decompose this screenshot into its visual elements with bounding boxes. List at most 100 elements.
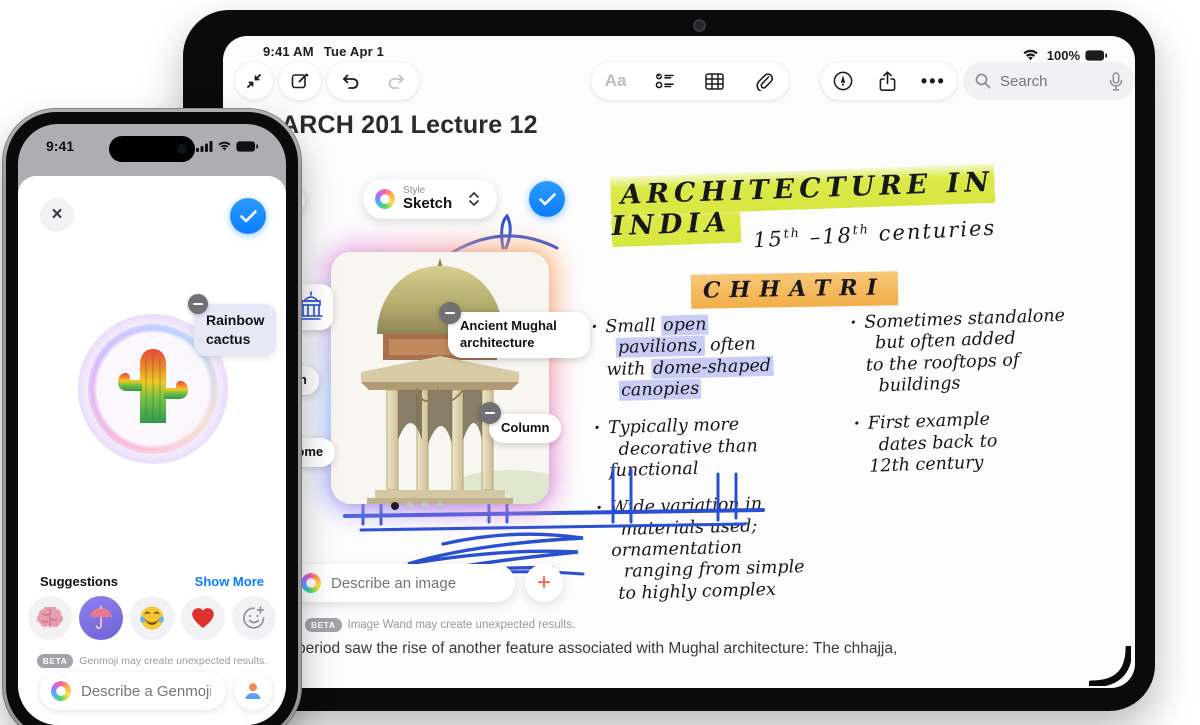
suggestion-brain[interactable] bbox=[28, 596, 72, 640]
ipad-date: Tue Apr 1 bbox=[323, 44, 385, 59]
laughing-emoji bbox=[140, 606, 164, 630]
handwritten-segment: buildings bbox=[878, 373, 961, 397]
markup-icon[interactable] bbox=[832, 70, 854, 92]
page-dot[interactable] bbox=[406, 502, 414, 510]
brain-emoji bbox=[37, 607, 63, 628]
battery-icon bbox=[236, 140, 258, 152]
style-picker[interactable]: Style Sketch bbox=[363, 179, 497, 219]
compose-button[interactable] bbox=[279, 62, 321, 100]
genmoji-close-button[interactable]: × bbox=[40, 198, 74, 232]
plus-icon: + bbox=[536, 569, 551, 596]
genmoji-tag[interactable]: Rainbow cactus bbox=[194, 304, 277, 356]
genmoji-icon bbox=[51, 681, 71, 701]
paperclip-icon[interactable] bbox=[753, 70, 775, 92]
search-field[interactable] bbox=[963, 62, 1135, 100]
undo-redo-group bbox=[327, 62, 419, 100]
collapse-toolbar-button[interactable] bbox=[235, 62, 273, 100]
dynamic-island bbox=[109, 136, 195, 162]
tag-ancient-mughal[interactable]: Ancient Mughal architecture bbox=[448, 312, 590, 358]
search-icon bbox=[975, 70, 991, 92]
handwritten-segment: –18 bbox=[800, 223, 854, 250]
rainbow-cactus-image bbox=[118, 349, 188, 423]
handwritten-segment: th bbox=[852, 221, 871, 238]
beta-text: Genmoji may create unexpected results. bbox=[79, 655, 268, 667]
ipad-camera bbox=[693, 19, 706, 32]
chevron-up-down-icon bbox=[463, 188, 485, 210]
ipad-status-left: 9:41 AM Tue Apr 1 bbox=[263, 44, 384, 59]
format-toolbar-group: Aa bbox=[591, 62, 789, 100]
share-icon[interactable] bbox=[877, 70, 899, 92]
handwritten-segment: First example bbox=[867, 409, 991, 435]
page-dot[interactable] bbox=[421, 502, 429, 510]
page-dot[interactable] bbox=[436, 502, 444, 510]
remove-tag-ancient-button[interactable] bbox=[439, 302, 461, 324]
handwritten-bullet: · First example dates back to 12th century bbox=[853, 404, 1135, 478]
compose-icon bbox=[289, 70, 311, 92]
umbrella-emoji bbox=[90, 605, 112, 630]
describe-image-field[interactable] bbox=[289, 564, 515, 602]
imagewand-accept-button[interactable] bbox=[529, 181, 565, 217]
iphone-time: 9:41 bbox=[46, 138, 75, 154]
person-icon bbox=[245, 683, 261, 699]
describe-genmoji-input[interactable] bbox=[79, 681, 213, 701]
check-icon bbox=[538, 192, 556, 205]
beta-badge: BETA bbox=[36, 654, 74, 668]
close-icon: × bbox=[51, 204, 63, 225]
iphone-screen: 9:41 × Rainbow cactus Suggestions Show M… bbox=[18, 124, 286, 725]
markup-toolbar-group: ••• bbox=[821, 62, 957, 100]
add-image-button[interactable]: + bbox=[525, 564, 563, 602]
page-dots[interactable] bbox=[391, 502, 444, 510]
describe-genmoji-field[interactable] bbox=[40, 672, 226, 710]
checklist-icon[interactable] bbox=[654, 70, 676, 92]
image-playground-icon bbox=[375, 189, 395, 209]
note-title: ARCH 201 Lecture 12 bbox=[281, 111, 538, 139]
handwritten-segment: centuries bbox=[869, 215, 997, 247]
new-emoji-icon bbox=[243, 606, 265, 629]
ipad-time: 9:41 AM bbox=[263, 44, 314, 59]
bullet-dot: · bbox=[853, 414, 861, 435]
genmoji-accept-button[interactable] bbox=[230, 198, 266, 234]
handwritten-bullet: · Sometimes standalone but often added to t… bbox=[850, 303, 1135, 399]
text-format-button[interactable]: Aa bbox=[605, 71, 627, 91]
suggestions-header: Suggestions Show More bbox=[18, 574, 286, 589]
check-icon bbox=[239, 209, 257, 222]
describe-image-input[interactable] bbox=[329, 573, 483, 593]
heart-emoji bbox=[192, 608, 214, 628]
handwritten-column-right: · Sometimes standalone but often added to t… bbox=[850, 303, 1135, 495]
beta-badge: BETA bbox=[305, 618, 342, 632]
show-more-link[interactable]: Show More bbox=[195, 574, 264, 589]
undo-icon[interactable] bbox=[339, 70, 361, 92]
note-paragraph: s period saw the rise of another feature… bbox=[285, 636, 905, 688]
ipad-device: 9:41 AM Tue Apr 1 100% Aa ••• Search ARC… bbox=[183, 10, 1155, 711]
emoji-suggestions bbox=[18, 596, 286, 640]
suggestion-umbrella[interactable] bbox=[79, 596, 123, 640]
iphone-device: 9:41 × Rainbow cactus Suggestions Show M… bbox=[6, 112, 298, 725]
genmoji-sheet: × Rainbow cactus Suggestions Show More B… bbox=[18, 176, 286, 725]
suggestions-label: Suggestions bbox=[40, 574, 119, 589]
search-input[interactable] bbox=[998, 71, 1102, 91]
remove-genmoji-tag-button[interactable] bbox=[188, 294, 208, 314]
collapse-icon bbox=[243, 70, 265, 92]
scene: 9:41 AM Tue Apr 1 100% Aa ••• Search ARC… bbox=[0, 0, 1200, 725]
new-emoji-button[interactable] bbox=[232, 596, 276, 640]
handwritten-segment: dates back to bbox=[878, 430, 998, 456]
image-playground-icon bbox=[301, 573, 321, 593]
battery-percent: 100% bbox=[1046, 47, 1080, 63]
wifi-icon bbox=[218, 141, 231, 150]
corner-curl-icon[interactable] bbox=[1089, 646, 1131, 686]
remove-tag-column-button[interactable] bbox=[479, 402, 501, 424]
suggestion-laughing[interactable] bbox=[130, 596, 174, 640]
more-icon[interactable]: ••• bbox=[921, 72, 946, 90]
paragraph-line-1: s period saw the rise of another feature… bbox=[285, 640, 898, 683]
tag-column[interactable]: Column bbox=[489, 414, 562, 443]
table-icon[interactable] bbox=[704, 70, 726, 92]
page-dot[interactable] bbox=[391, 502, 399, 510]
mic-icon[interactable] bbox=[1109, 70, 1123, 92]
generated-image[interactable] bbox=[331, 252, 549, 504]
redo-icon[interactable] bbox=[385, 70, 407, 92]
suggestion-heart[interactable] bbox=[181, 596, 225, 640]
person-picker-button[interactable] bbox=[234, 672, 272, 710]
beta-text: Image Wand may create unexpected results… bbox=[347, 619, 576, 631]
genmoji-beta-note: BETA Genmoji may create unexpected resul… bbox=[18, 654, 286, 668]
ipad-screen: 9:41 AM Tue Apr 1 100% Aa ••• Search ARC… bbox=[223, 36, 1135, 688]
